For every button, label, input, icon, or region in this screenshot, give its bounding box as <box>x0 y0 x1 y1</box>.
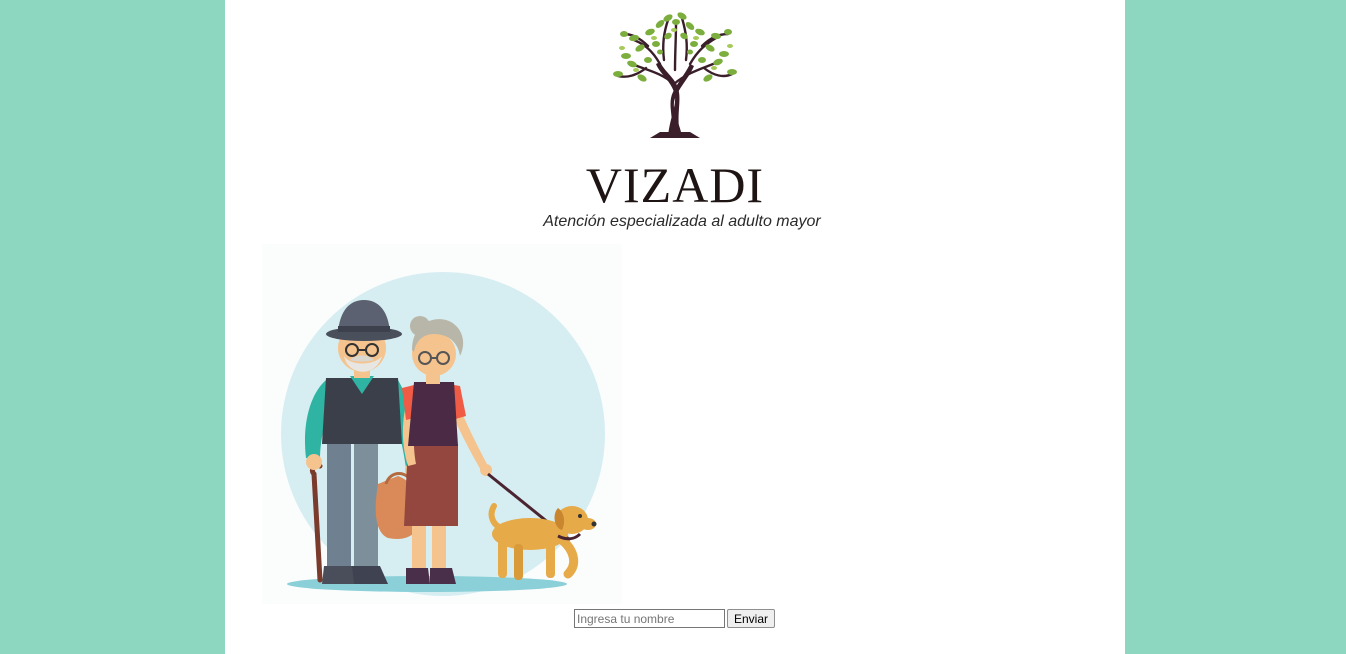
brand-title: VIZADI <box>585 157 765 213</box>
name-input[interactable] <box>574 609 725 628</box>
tree-logo-icon <box>613 12 737 138</box>
brand-tagline: Atención especializada al adulto mayor <box>543 213 821 230</box>
main-content: VIZADI Atención especializada al adulto … <box>225 0 1125 654</box>
elderly-couple-illustration <box>262 244 622 604</box>
send-button[interactable]: Enviar <box>727 609 776 628</box>
